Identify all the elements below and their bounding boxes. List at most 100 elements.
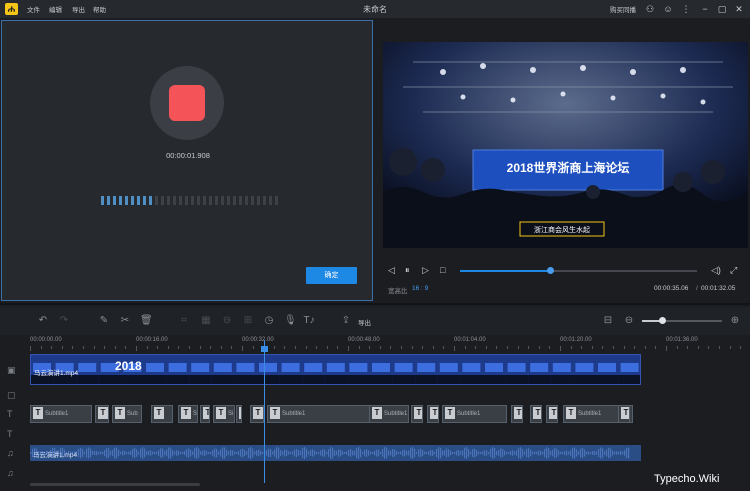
record-button[interactable] [150, 66, 224, 140]
wave-bar [452, 451, 454, 455]
aspect-ratio-value[interactable]: 16 : 9 [412, 285, 428, 292]
zoom-out-icon[interactable]: ⊖ [623, 315, 635, 326]
video-caption[interactable]: 浙江商会风生水起 [534, 225, 590, 234]
speed-icon[interactable]: ◷ [263, 315, 275, 326]
feedback-icon[interactable]: ☺ [662, 3, 674, 15]
subtitle-clip[interactable]: T [411, 405, 423, 423]
subtitle-clip[interactable]: T [250, 405, 264, 423]
wave-bar [226, 449, 228, 457]
subtitle-clip[interactable]: T [618, 405, 630, 423]
subtitle-clip[interactable]: T Subtitle1 [267, 405, 370, 423]
wave-bar [198, 448, 200, 458]
volume-icon[interactable]: ◁) [711, 265, 721, 276]
edit-icon[interactable]: ✎ [98, 315, 110, 326]
timeline-scrollbar[interactable] [30, 483, 200, 486]
thumb-crowd [76, 375, 99, 384]
aspect-label: 宽高比 [388, 288, 408, 295]
wave-bar [464, 447, 466, 459]
subtitle-clip[interactable]: T [427, 405, 439, 423]
wave-bar [574, 447, 576, 459]
level-bar [215, 196, 218, 205]
next-frame-icon[interactable]: ▷ [422, 265, 429, 276]
wave-bar [204, 450, 206, 456]
subtitle-clip[interactable]: T [200, 405, 210, 423]
wave-bar [212, 450, 214, 456]
video-preview[interactable]: 2018世界浙商上海论坛 浙江商会风生水起 [383, 42, 748, 248]
mosaic-icon[interactable]: ▦ [200, 315, 212, 326]
playhead[interactable] [264, 340, 265, 483]
zoom-handle[interactable] [659, 317, 666, 324]
export-icon[interactable]: ⇪ [340, 315, 352, 326]
video-clip[interactable]: 2018 马云演讲1.mp4 [30, 354, 641, 385]
maximize-icon[interactable]: ▢ [716, 3, 728, 15]
audio-clip[interactable]: 马云演讲1.mp4 [30, 445, 641, 461]
crop-icon[interactable]: ⌗ [178, 315, 190, 326]
timeline-ruler[interactable]: 00:00:00.00 00:00:16.00 00:00:32.00 00:00:4… [30, 337, 750, 351]
text-to-speech-icon[interactable]: T♪ [303, 315, 315, 326]
fit-timeline-icon[interactable]: ⊟ [602, 315, 614, 326]
wave-bar [468, 449, 470, 457]
subtitle-clip[interactable]: T [236, 405, 242, 423]
close-icon[interactable]: ✕ [733, 3, 745, 15]
subtitle-clip[interactable]: T Subtitle1 [30, 405, 92, 423]
panel-divider[interactable] [0, 303, 750, 305]
subtitle-clip[interactable]: T Subtitle1 [369, 405, 409, 423]
subtitle-clip[interactable]: T [546, 405, 558, 423]
subtitle-clip[interactable]: T [151, 405, 173, 423]
thumb-screen [326, 363, 345, 372]
level-bar [233, 196, 236, 205]
minimize-icon[interactable]: − [699, 3, 711, 15]
subtitle-clip[interactable]: T [511, 405, 523, 423]
preview-seek-bar[interactable] [460, 267, 697, 274]
wave-bar [138, 451, 140, 455]
redo-icon[interactable]: ↷ [58, 315, 70, 326]
user-icon[interactable]: ⚇ [644, 3, 656, 15]
wave-bar [310, 449, 312, 457]
freeze-icon[interactable]: ⊖ [221, 315, 233, 326]
wave-bar [576, 449, 578, 457]
thumb-screen [146, 363, 164, 372]
level-bar [101, 196, 104, 205]
wave-bar [336, 450, 338, 456]
fullscreen-icon[interactable]: ⤢ [730, 265, 737, 276]
subtitle-clip[interactable]: T [530, 405, 542, 423]
purchase-link[interactable]: 购买同播 [610, 4, 636, 14]
undo-icon[interactable]: ↶ [37, 315, 49, 326]
subtitle-clip[interactable]: T Si [213, 405, 235, 423]
wave-bar [570, 450, 572, 456]
wave-bar [90, 448, 92, 458]
delete-icon[interactable]: 🗑 [140, 315, 153, 326]
export-button[interactable]: 导出 [358, 317, 371, 327]
subtitle-clip[interactable]: T Sub [112, 405, 142, 423]
subtitle-clip[interactable]: T Subtitle1 [442, 405, 507, 423]
stop-icon[interactable]: □ [440, 265, 445, 275]
thumb-crowd [618, 375, 640, 384]
confirm-button[interactable]: 确定 [306, 267, 357, 284]
prev-frame-icon[interactable]: ◁ [388, 265, 395, 276]
wave-bar [120, 451, 122, 455]
cut-icon[interactable]: ✂ [119, 315, 131, 326]
thumb-screen [598, 363, 616, 372]
more-icon[interactable]: ⋮ [680, 3, 692, 15]
wave-bar [236, 451, 238, 455]
zoom-slider[interactable] [642, 317, 722, 324]
wave-bar [164, 450, 166, 456]
wave-bar [554, 448, 556, 458]
zoom-in-icon[interactable]: ⊕ [729, 315, 741, 326]
ruler-tick [61, 346, 63, 349]
wave-bar [320, 450, 322, 456]
wave-bar [278, 447, 280, 459]
wave-bar [544, 448, 546, 458]
wave-bar [484, 450, 486, 456]
play-pause-icon[interactable]: ⏸ [405, 265, 410, 276]
wave-bar [550, 450, 552, 456]
microphone-icon[interactable]: 🎙 [284, 315, 297, 326]
wave-bar [286, 450, 288, 456]
split-icon[interactable]: ⊞ [242, 315, 254, 326]
seek-handle[interactable] [547, 267, 555, 274]
wave-bar [432, 450, 434, 456]
ruler-tick [326, 346, 328, 349]
ruler-tick [602, 346, 604, 349]
subtitle-clip[interactable]: T [95, 405, 109, 423]
subtitle-clip[interactable]: TSu [178, 405, 198, 423]
